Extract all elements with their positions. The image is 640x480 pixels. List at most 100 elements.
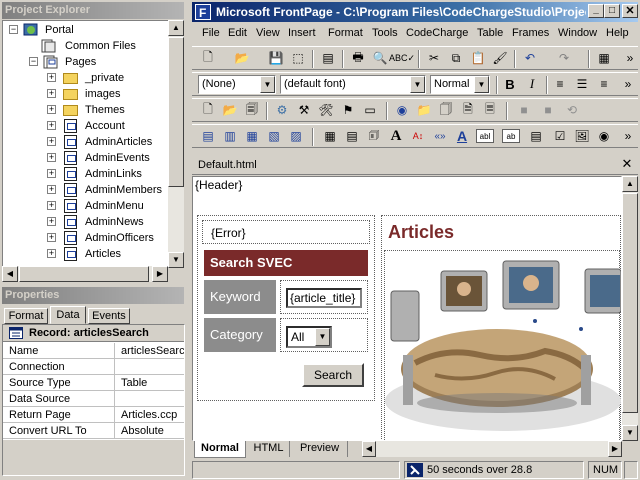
project-explorer-titlebar[interactable]: Project Explorer (2, 2, 184, 19)
checkbox-icon[interactable]: ☑ (550, 126, 570, 146)
property-value[interactable] (119, 391, 184, 407)
articles-table[interactable]: Articles (381, 215, 621, 440)
insert-component-icon[interactable]: ▦ (594, 48, 614, 68)
scroll-up-button[interactable]: ▲ (168, 20, 184, 36)
font-select[interactable]: (default font) ▼ (280, 75, 426, 94)
horizontal-scroll-track[interactable] (376, 441, 608, 457)
redo-icon[interactable]: ↷ (554, 48, 574, 68)
save-all-icon[interactable]: 🗐 (242, 100, 262, 120)
tab-preview[interactable]: Preview (292, 441, 348, 457)
toolbar-overflow-icon[interactable]: » (618, 74, 638, 94)
toolbar-overflow-icon[interactable]: » (618, 126, 638, 146)
tree-horizontal-scrollbar[interactable]: ◀ ▶ (2, 266, 168, 282)
refresh-icon[interactable]: ⟲ (562, 100, 582, 120)
scroll-right-button[interactable]: ▶ (152, 266, 168, 282)
dropdown-arrow-icon[interactable]: ▼ (410, 76, 425, 93)
print-icon[interactable]: 🖶 (348, 48, 368, 68)
menu-window[interactable]: Window (558, 24, 597, 42)
menu-edit[interactable]: Edit (228, 24, 247, 42)
align-right-icon[interactable]: ≡ (594, 74, 614, 94)
property-row[interactable]: Connection (3, 359, 184, 375)
menu-frames[interactable]: Frames (512, 24, 549, 42)
toolbar-overflow-icon[interactable]: » (620, 48, 640, 68)
page-copy-icon[interactable]: 🗍 (436, 100, 456, 120)
spelling-icon[interactable]: ABC✓ (389, 48, 415, 68)
canvas-vertical-scrollbar[interactable]: ▲ ▼ (622, 176, 638, 441)
h-scroll-thumb[interactable] (19, 266, 149, 282)
preview-icon[interactable]: 🔍 (370, 48, 390, 68)
design-canvas[interactable]: {Header} {Error} Search SVEC Keyword {ar… (192, 176, 622, 441)
property-row[interactable]: Name articlesSearch (3, 343, 184, 359)
folder-list-icon[interactable]: ▤ (318, 48, 338, 68)
record-icon[interactable]: ▤ (342, 126, 362, 146)
expand-icon[interactable]: + (47, 137, 56, 146)
property-row[interactable]: Convert URL To Absolute (3, 423, 184, 439)
tab-data[interactable]: Data (50, 306, 86, 324)
paste-icon[interactable]: 📋 (468, 48, 488, 68)
save-icon[interactable]: 💾 (266, 48, 286, 68)
properties-icon[interactable]: ⚒ (294, 100, 314, 120)
open-project-icon[interactable]: 📂 (220, 100, 240, 120)
expand-icon[interactable]: + (47, 169, 56, 178)
cut-icon[interactable]: ✂ (424, 48, 444, 68)
tab-normal[interactable]: Normal (194, 441, 246, 458)
bold-button[interactable]: B (500, 74, 520, 94)
tools-icon[interactable]: 🛠 (316, 100, 336, 120)
record-builder-icon[interactable]: ▥ (220, 126, 240, 146)
image-icon[interactable]: 🖼 (572, 126, 592, 146)
window-titlebar[interactable]: F Microsoft FrontPage - C:\Program Files… (192, 2, 638, 22)
align-left-icon[interactable]: ≡ (550, 74, 570, 94)
html-editor-icon[interactable]: ▭ (360, 100, 380, 120)
scroll-left-button[interactable]: ◀ (362, 441, 376, 457)
collapse-icon[interactable]: − (9, 25, 18, 34)
dropdown-arrow-icon[interactable]: ▼ (474, 76, 489, 93)
include-page-icon[interactable]: 🗊 (364, 126, 384, 146)
size-select[interactable]: Normal ▼ (430, 75, 490, 94)
link-icon[interactable]: A (452, 126, 472, 146)
document-tab-name[interactable]: Default.html (198, 159, 257, 171)
tree-vertical-scrollbar[interactable]: ▲ ▼ (168, 20, 184, 268)
textarea-icon[interactable]: ab (502, 129, 520, 143)
menu-file[interactable]: File (202, 24, 220, 42)
property-row[interactable]: Return Page Articles.ccp (3, 407, 184, 423)
scroll-up-button[interactable]: ▲ (622, 176, 638, 192)
folder-settings-icon[interactable]: 📁 (414, 100, 434, 120)
align-center-icon[interactable]: ☰ (572, 74, 592, 94)
menu-codecharge[interactable]: CodeCharge (406, 24, 468, 42)
property-value[interactable]: Absolute (119, 423, 184, 439)
search-form-table[interactable]: {Error} Search SVEC Keyword {article_tit… (197, 215, 375, 401)
new-page-icon[interactable]: 🗋 (198, 48, 218, 68)
style-select[interactable]: (None) ▼ (198, 75, 276, 94)
grid-icon[interactable]: ▦ (320, 126, 340, 146)
scroll-down-button[interactable]: ▼ (622, 425, 638, 441)
publish-icon[interactable]: ⬚ (288, 48, 308, 68)
scroll-left-button[interactable]: ◀ (2, 266, 18, 282)
tab-events[interactable]: Events (88, 308, 130, 324)
expand-icon[interactable]: + (47, 249, 56, 258)
menu-view[interactable]: View (256, 24, 280, 42)
expand-icon[interactable]: + (47, 185, 56, 194)
maximize-button[interactable]: □ (604, 4, 620, 18)
scroll-thumb[interactable] (622, 193, 638, 413)
menu-insert[interactable]: Insert (288, 24, 316, 42)
property-row[interactable]: Data Source (3, 391, 184, 407)
expand-icon[interactable]: + (47, 153, 56, 162)
search-button[interactable]: Search (302, 363, 364, 387)
listbox-icon[interactable]: ▤ (526, 126, 546, 146)
sorter-icon[interactable]: A↕ (408, 126, 428, 146)
login-builder-icon[interactable]: ▧ (264, 126, 284, 146)
copy-icon[interactable]: ⧉ (446, 48, 466, 68)
open-folder-icon[interactable]: 📂 (232, 48, 252, 68)
dropdown-arrow-icon[interactable]: ▼ (260, 76, 275, 93)
tab-html[interactable]: HTML (248, 441, 290, 457)
textbox-icon[interactable]: abl (476, 129, 494, 143)
menu-tools[interactable]: Tools (372, 24, 398, 42)
property-grid[interactable]: Record: articlesSearch Name articlesSearc… (2, 324, 185, 476)
expand-icon[interactable]: + (47, 233, 56, 242)
property-value[interactable]: Articles.ccp (119, 407, 184, 423)
error-cell[interactable]: {Error} (202, 220, 370, 244)
new-project-icon[interactable]: 🗋 (198, 100, 218, 120)
scroll-down-button[interactable]: ▼ (168, 252, 184, 268)
category-select[interactable]: All ▼ (286, 326, 332, 348)
label-icon[interactable]: A (386, 126, 406, 146)
